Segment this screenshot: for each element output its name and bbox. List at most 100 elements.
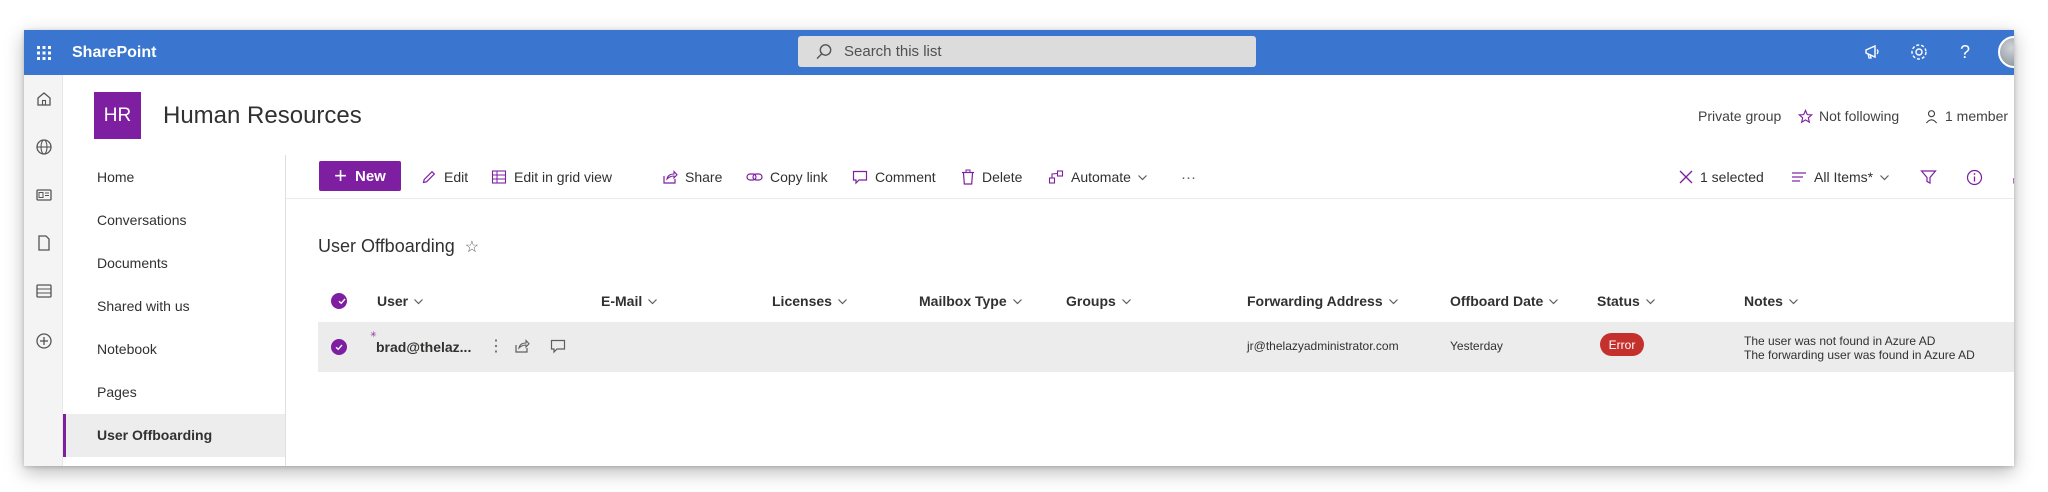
row-note-line-1: The user was not found in Azure AD — [1744, 334, 1936, 348]
chevron-down-icon — [1121, 298, 1131, 304]
column-header-user[interactable]: User — [377, 293, 424, 309]
column-label: E-Mail — [601, 293, 643, 309]
row-user[interactable]: brad@thelaz... — [376, 339, 471, 355]
chevron-down-icon — [648, 298, 658, 304]
star-icon — [1798, 108, 1813, 123]
document-icon[interactable] — [33, 232, 54, 253]
edit-button[interactable]: Edit — [421, 155, 468, 199]
home-icon[interactable] — [33, 88, 54, 109]
column-header-email[interactable]: E-Mail — [601, 293, 658, 309]
automate-icon — [1048, 170, 1064, 184]
megaphone-icon[interactable] — [1862, 41, 1884, 63]
column-label: Groups — [1066, 293, 1116, 309]
site-logo[interactable]: HR — [94, 92, 141, 139]
new-button[interactable]: + New — [319, 161, 401, 191]
column-header-status[interactable]: Status — [1597, 293, 1656, 309]
column-header-licenses[interactable]: Licenses — [772, 293, 848, 309]
view-label: All Items* — [1814, 169, 1874, 185]
column-label: Status — [1597, 293, 1640, 309]
close-icon — [1679, 170, 1693, 184]
comment-button[interactable]: Comment — [852, 155, 936, 199]
nav-item-notebook[interactable]: Notebook — [63, 328, 285, 371]
trash-icon — [962, 169, 974, 185]
column-label: Offboard Date — [1450, 293, 1544, 309]
copy-link-label: Copy link — [770, 169, 828, 185]
delete-button[interactable]: Delete — [961, 155, 1022, 199]
list-icon[interactable] — [33, 280, 54, 301]
edit-grid-label: Edit in grid view — [514, 169, 613, 185]
column-label: Mailbox Type — [919, 293, 1007, 309]
row-comment-icon[interactable] — [550, 338, 566, 357]
search-icon — [816, 43, 832, 59]
selected-count: 1 selected — [1700, 169, 1764, 185]
list-title: User Offboarding ☆ — [318, 236, 479, 257]
app-launcher-icon[interactable] — [24, 30, 63, 75]
more-actions-button[interactable]: ··· — [1181, 155, 1196, 199]
check-circle-icon — [331, 339, 347, 355]
favorite-star-icon[interactable]: ☆ — [465, 237, 479, 257]
nav-item-home[interactable]: Home — [63, 156, 285, 199]
user-avatar[interactable] — [1998, 36, 2014, 68]
delete-label: Delete — [982, 169, 1023, 185]
nav-item-conversations[interactable]: Conversations — [63, 199, 285, 242]
share-icon — [663, 170, 678, 184]
info-icon[interactable] — [1966, 155, 1990, 199]
comment-icon — [852, 170, 868, 185]
chevron-down-icon — [1645, 298, 1655, 304]
column-label: Forwarding Address — [1247, 293, 1383, 309]
chevron-down-icon — [1012, 298, 1022, 304]
list-title-text: User Offboarding — [318, 236, 455, 256]
pencil-icon — [422, 170, 436, 184]
clear-selection-button[interactable]: 1 selected — [1679, 155, 1764, 199]
create-plus-icon[interactable] — [33, 330, 54, 351]
column-header-notes[interactable]: Notes — [1744, 293, 1799, 309]
settings-gear-icon[interactable] — [1908, 41, 1930, 63]
search-input[interactable] — [844, 43, 1224, 60]
members-button[interactable]: 1 member — [1924, 108, 2008, 124]
row-share-icon[interactable] — [514, 338, 530, 357]
filter-icon[interactable] — [1920, 155, 1944, 199]
follow-label: Not following — [1819, 108, 1900, 124]
row-note-line-2: The forwarding user was found in Azure A… — [1744, 348, 1975, 362]
search-box[interactable] — [798, 36, 1256, 67]
edit-grid-button[interactable]: Edit in grid view — [491, 155, 612, 199]
column-header-offboard-date[interactable]: Offboard Date — [1450, 293, 1559, 309]
help-icon[interactable]: ? — [1954, 41, 1976, 63]
row-checkbox[interactable] — [331, 339, 347, 355]
share-label: Share — [685, 169, 723, 185]
edit-label: Edit — [444, 169, 469, 185]
select-all-checkbox[interactable] — [331, 293, 347, 309]
plus-icon: + — [334, 163, 347, 188]
view-lines-icon — [1792, 172, 1806, 182]
globe-icon[interactable] — [33, 136, 54, 157]
view-switcher[interactable]: All Items* — [1791, 155, 1890, 199]
column-label: Notes — [1744, 293, 1783, 309]
nav-item-pages[interactable]: Pages — [63, 371, 285, 414]
table-row[interactable]: ✳ brad@thelaz... ⋮ jr@thelazyadministrat… — [318, 322, 2014, 372]
link-icon — [746, 173, 763, 181]
app-name[interactable]: SharePoint — [72, 30, 156, 75]
status-badge: Error — [1600, 333, 1644, 356]
automate-button[interactable]: Automate — [1048, 155, 1148, 199]
row-more-icon[interactable]: ⋮ — [488, 336, 504, 356]
chevron-down-icon — [1549, 298, 1559, 304]
privacy-label: Private group — [1698, 108, 1782, 124]
column-label: Licenses — [772, 293, 832, 309]
nav-item-user-offboarding[interactable]: User Offboarding — [63, 414, 285, 457]
follow-button[interactable]: Not following — [1798, 108, 1899, 124]
copy-link-button[interactable]: Copy link — [746, 155, 828, 199]
nav-item-documents[interactable]: Documents — [63, 242, 285, 285]
new-item-sparkle-icon: ✳ — [370, 330, 377, 339]
column-header-mailbox-type[interactable]: Mailbox Type — [919, 293, 1023, 309]
chevron-down-icon — [1138, 174, 1147, 180]
expand-icon[interactable] — [2012, 155, 2014, 199]
column-header-forwarding-address[interactable]: Forwarding Address — [1247, 293, 1399, 309]
sharepoint-window: SharePoint ? — [24, 30, 2014, 466]
new-label: New — [355, 167, 386, 185]
command-bar: + New Edit Edit in grid view Share Copy … — [286, 155, 2014, 199]
column-header-groups[interactable]: Groups — [1066, 293, 1132, 309]
share-button[interactable]: Share — [662, 155, 722, 199]
news-icon[interactable] — [33, 184, 54, 205]
site-title[interactable]: Human Resources — [163, 102, 362, 130]
nav-item-shared-with-us[interactable]: Shared with us — [63, 285, 285, 328]
